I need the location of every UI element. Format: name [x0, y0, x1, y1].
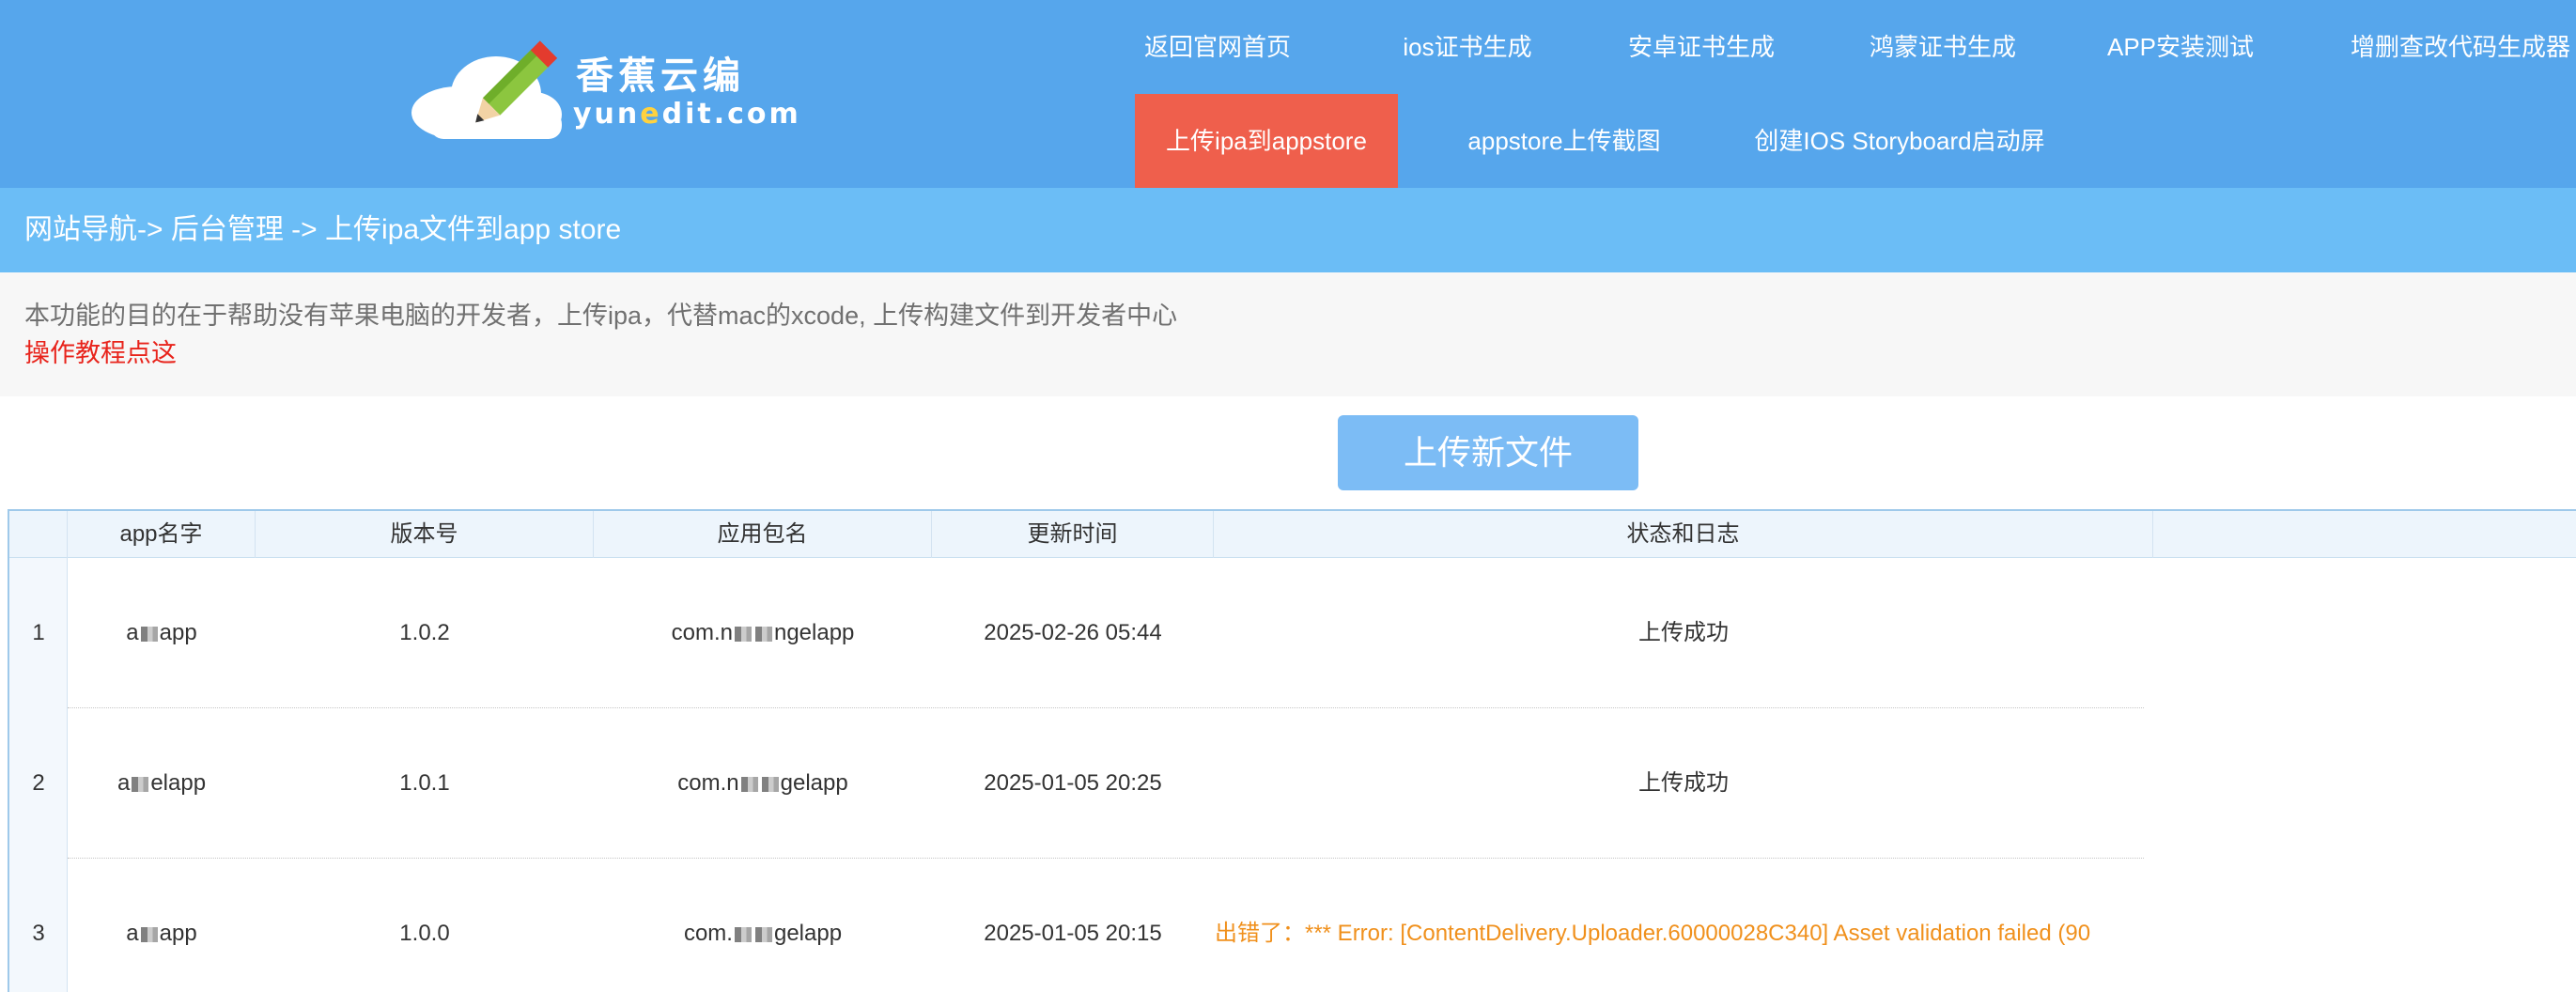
row-number: 3	[32, 921, 45, 946]
header-row-number	[9, 511, 68, 558]
header-version[interactable]: 版本号	[256, 511, 594, 558]
nav-ios-storyboard[interactable]: 创建IOS Storyboard启动屏	[1740, 94, 2059, 188]
logo-english-text: yunedit.com	[573, 98, 801, 131]
table-row[interactable]: 1 a app 1.0.2 com.n ngelapp 2025-02-26 05:…	[9, 558, 2576, 708]
tutorial-link[interactable]: 操作教程点这	[24, 334, 2576, 372]
redacted-mark	[754, 626, 772, 642]
nav-app-install-test[interactable]: APP安装测试	[2099, 0, 2262, 94]
app-name-cell: a app	[126, 921, 197, 946]
redacted-mark	[734, 626, 752, 642]
app-name-cell: a app	[126, 620, 197, 645]
redacted-mark	[740, 776, 758, 792]
notice-panel: 本功能的目的在于帮助没有苹果电脑的开发者，上传ipa，代替mac的xcode, …	[0, 272, 2576, 396]
row-number: 1	[32, 620, 45, 645]
table-row[interactable]: 3 a app 1.0.0 com. gelapp 2025-01-05 20:15…	[9, 859, 2576, 992]
notice-description: 本功能的目的在于帮助没有苹果电脑的开发者，上传ipa，代替mac的xcode, …	[24, 302, 1178, 330]
redacted-mark	[140, 626, 158, 642]
header-update-time[interactable]: 更新时间	[932, 511, 1214, 558]
time-cell: 2025-01-05 20:25	[984, 770, 1162, 796]
redacted-mark	[734, 926, 752, 942]
nav-home[interactable]: 返回官网首页	[1137, 0, 1298, 94]
table-row[interactable]: 2 a elapp 1.0.1 com.n gelapp 2025-01-05 20…	[9, 708, 2576, 859]
package-cell: com. gelapp	[683, 921, 843, 946]
upload-new-file-button[interactable]: 上传新文件	[1338, 415, 1638, 490]
nav-appstore-screenshots[interactable]: appstore上传截图	[1437, 94, 1691, 188]
nav-harmony-cert[interactable]: 鸿蒙证书生成	[1860, 0, 2025, 94]
package-cell: com.n ngelapp	[671, 620, 855, 645]
header-app-name[interactable]: app名字	[68, 511, 256, 558]
table-header: app名字 版本号 应用包名 更新时间 状态和日志	[9, 511, 2576, 558]
site-header: 香蕉云编 yunedit.com 返回官网首页 ios证书生成 安卓证书生成 鸿…	[0, 0, 2576, 188]
breadcrumb: 网站导航-> 后台管理 -> 上传ipa文件到app store	[0, 188, 2576, 272]
version-cell: 1.0.0	[399, 921, 450, 946]
time-cell: 2025-02-26 05:44	[984, 620, 1162, 645]
site-logo[interactable]: 香蕉云编 yunedit.com	[402, 38, 799, 150]
nav-android-cert[interactable]: 安卓证书生成	[1620, 0, 1783, 94]
redacted-mark	[754, 926, 772, 942]
row-number: 2	[32, 770, 45, 796]
version-cell: 1.0.2	[399, 620, 450, 645]
upload-history-table: app名字 版本号 应用包名 更新时间 状态和日志 1 a app 1.0.2 c…	[8, 509, 2576, 992]
header-status-log[interactable]: 状态和日志	[1214, 511, 2153, 558]
nav-ios-cert[interactable]: ios证书生成	[1381, 0, 1554, 94]
redacted-mark	[761, 776, 779, 792]
redacted-mark	[132, 776, 149, 792]
app-name-cell: a elapp	[116, 770, 207, 796]
status-cell: 上传成功	[1638, 620, 1729, 645]
nav-crud-generator[interactable]: 增删查改代码生成器	[2339, 0, 2576, 94]
package-cell: com.n gelapp	[677, 770, 848, 796]
cloud-pencil-icon	[411, 40, 562, 139]
status-error-cell: 出错了：*** Error: [ContentDelivery.Uploader…	[1215, 921, 2091, 946]
version-cell: 1.0.1	[399, 770, 450, 796]
logo-chinese-text: 香蕉云编	[576, 54, 745, 98]
time-cell: 2025-01-05 20:15	[984, 921, 1162, 946]
redacted-mark	[140, 926, 158, 942]
header-package-name[interactable]: 应用包名	[594, 511, 932, 558]
status-cell: 上传成功	[1638, 770, 1729, 796]
nav-upload-ipa[interactable]: 上传ipa到appstore	[1135, 94, 1398, 188]
